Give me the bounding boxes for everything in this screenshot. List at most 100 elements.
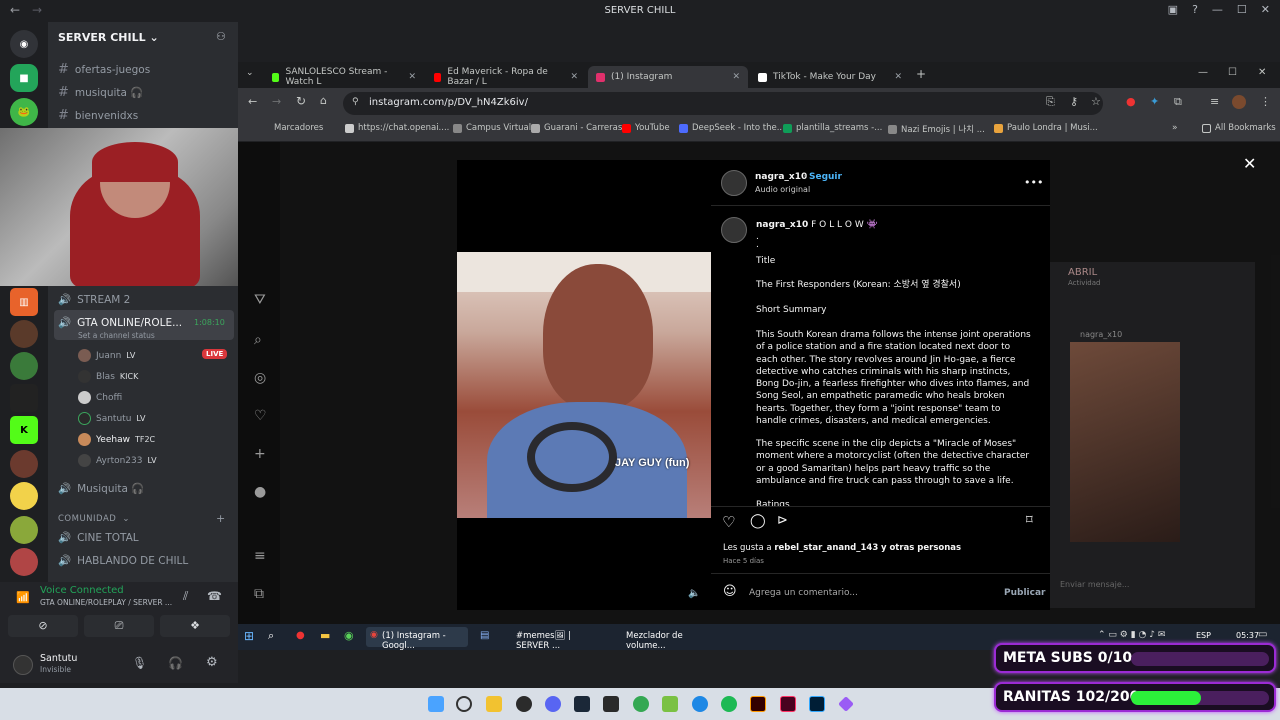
chrome-icon[interactable]	[633, 696, 649, 712]
close-tab-icon[interactable]: ✕	[894, 72, 902, 82]
notification-icon[interactable]: ▭	[1258, 629, 1267, 640]
inbox-icon[interactable]: ▣	[1168, 3, 1178, 16]
extension-blue-icon[interactable]: ✦	[1150, 95, 1159, 108]
voice-user[interactable]: Santutu LV	[78, 412, 145, 425]
steam-icon[interactable]	[574, 696, 590, 712]
discord-home-icon[interactable]: ◉	[10, 30, 38, 58]
publish-button[interactable]: Publicar	[1004, 588, 1045, 598]
bookmark-star-icon[interactable]: ☆	[1091, 95, 1101, 108]
server-icon-avatar5[interactable]	[10, 516, 38, 544]
photoshop-icon[interactable]	[809, 696, 825, 712]
forward-icon[interactable]: →	[272, 95, 281, 108]
server-icon-box[interactable]	[10, 384, 38, 412]
browser-tab[interactable]: SANLOLESCO Stream - Watch L ✕	[264, 66, 424, 88]
media-icon[interactable]: ≡	[1210, 95, 1219, 108]
close-tab-icon[interactable]: ✕	[408, 72, 416, 82]
profile-icon[interactable]: ●	[254, 484, 266, 500]
epic-games-icon[interactable]	[603, 696, 619, 712]
bookmark-item[interactable]: Campus Virtual	[453, 123, 531, 133]
start-icon[interactable]	[428, 696, 444, 712]
home-icon[interactable]: ⌂	[320, 94, 327, 107]
start-icon[interactable]: ⊞	[244, 629, 254, 643]
server-icon-frog[interactable]: 🐸	[10, 98, 38, 126]
voice-channel-active[interactable]: 🔊 GTA ONLINE/ROLE...	[58, 316, 182, 330]
help-icon[interactable]: ?	[1192, 3, 1198, 16]
close-tab-icon[interactable]: ✕	[570, 72, 578, 82]
settings-gear-icon[interactable]: ⚙	[206, 655, 218, 670]
voice-channel[interactable]: 🔊 STREAM 2	[58, 293, 130, 307]
add-member-icon[interactable]: ⚇	[216, 30, 226, 43]
taskbar-window[interactable]: (1) Instagram - Googl...	[366, 627, 468, 651]
browser-tab[interactable]: Ed Maverick - Ropa de Bazar / L ✕	[426, 66, 586, 88]
server-icon-avatar2[interactable]	[10, 352, 38, 380]
noise-suppression-icon[interactable]: ⫽	[183, 589, 188, 604]
emoji-icon[interactable]: ☺	[723, 584, 737, 599]
minimize-icon[interactable]: —	[1212, 3, 1223, 16]
author-avatar[interactable]	[721, 170, 747, 196]
server-icon-orange[interactable]: ▥	[10, 288, 38, 316]
site-info-icon[interactable]: ⚲	[352, 97, 359, 107]
file-explorer-icon[interactable]	[486, 696, 502, 712]
app-green-icon[interactable]	[662, 696, 678, 712]
extensions-puzzle-icon[interactable]: ⧉	[1174, 95, 1182, 109]
bookmark-item[interactable]: Marcadores	[274, 123, 323, 133]
browser-tab[interactable]: TikTok - Make Your Day ✕	[750, 66, 910, 88]
server-icon-avatar1[interactable]	[10, 320, 38, 348]
reload-icon[interactable]: ↻	[296, 94, 306, 108]
server-icon-kick[interactable]: K	[10, 416, 38, 444]
bookmark-item[interactable]: Paulo Londra | Musi...	[994, 123, 1098, 133]
text-channel[interactable]: # bienvenidxs	[58, 108, 138, 123]
category-header[interactable]: COMUNIDAD ⌄	[58, 514, 130, 524]
activities-button[interactable]: ❖	[160, 615, 230, 637]
server-icon-green[interactable]: ■	[10, 64, 38, 92]
new-tab-icon[interactable]: +	[916, 67, 926, 81]
likes-user[interactable]: rebel_star_anand_143	[774, 543, 878, 553]
app-blue-icon[interactable]: ▤	[480, 630, 489, 641]
server-icon-avatar6[interactable]	[10, 548, 38, 576]
profile-avatar[interactable]	[1232, 95, 1246, 109]
create-icon[interactable]: +	[254, 446, 266, 462]
obs-icon[interactable]	[516, 696, 532, 712]
install-icon[interactable]: ⎘	[1046, 95, 1055, 109]
indesign-icon[interactable]	[780, 696, 796, 712]
app-green-icon[interactable]: ◉	[344, 629, 354, 642]
more-options-icon[interactable]: •••	[1024, 176, 1043, 189]
bookmark-item[interactable]: Nazi Emojis | 나치 ...	[888, 123, 985, 135]
back-icon[interactable]: ←	[248, 95, 257, 108]
comment-input[interactable]: Agrega un comentario...	[749, 588, 858, 598]
voice-channel[interactable]: 🔊 HABLANDO DE CHILL	[58, 554, 188, 568]
text-channel[interactable]: # ofertas-juegos	[58, 62, 150, 77]
voice-user[interactable]: Juann LV	[78, 349, 135, 362]
voice-user[interactable]: Choffi	[78, 391, 122, 404]
camera-off-button[interactable]: ⊘	[8, 615, 78, 637]
bookmark-item[interactable]: plantilla_streams -...	[783, 123, 882, 133]
taskbar-window[interactable]: Mezclador de volume...	[612, 627, 720, 651]
bookmark-item[interactable]: https://chat.openai....	[345, 123, 449, 133]
heart-icon[interactable]: ♡	[254, 408, 267, 424]
like-heart-icon[interactable]: ♡	[722, 513, 735, 531]
all-bookmarks[interactable]: All Bookmarks	[1202, 123, 1276, 133]
illustrator-icon[interactable]	[750, 696, 766, 712]
maximize-icon[interactable]: ☐	[1237, 3, 1247, 16]
search-icon[interactable]: ⌕	[268, 629, 274, 643]
app-purple-icon[interactable]	[838, 696, 854, 712]
follow-button[interactable]: Seguir	[809, 172, 842, 182]
channel-status[interactable]: Set a channel status	[78, 331, 155, 340]
add-channel-icon[interactable]: +	[216, 512, 225, 525]
address-bar[interactable]: ⚲ instagram.com/p/DV_hN4Zk6iv/	[343, 92, 1103, 115]
comment-icon[interactable]: ◯	[750, 513, 766, 529]
voice-user[interactable]: Yeehaw TF2C	[78, 433, 155, 446]
language-indicator[interactable]: ESP	[1196, 631, 1211, 640]
menu-kebab-icon[interactable]: ⋮	[1260, 95, 1271, 108]
bookmark-item[interactable]: DeepSeek - Into the...	[679, 123, 785, 133]
audio-label[interactable]: Audio original	[755, 185, 810, 194]
taskbar-window[interactable]: #memes🖼 | SERVER ...	[502, 627, 604, 651]
share-icon[interactable]: ⊳	[777, 513, 788, 528]
clock[interactable]: 05:37	[1236, 631, 1259, 640]
server-icon-avatar4[interactable]	[10, 482, 38, 510]
discord-icon[interactable]	[545, 696, 561, 712]
voice-user[interactable]: Blas KICK	[78, 370, 138, 383]
avatar[interactable]	[13, 655, 33, 675]
mute-icon[interactable]: 🔈	[688, 588, 700, 599]
voice-user[interactable]: Ayrton233 LV	[78, 454, 157, 467]
